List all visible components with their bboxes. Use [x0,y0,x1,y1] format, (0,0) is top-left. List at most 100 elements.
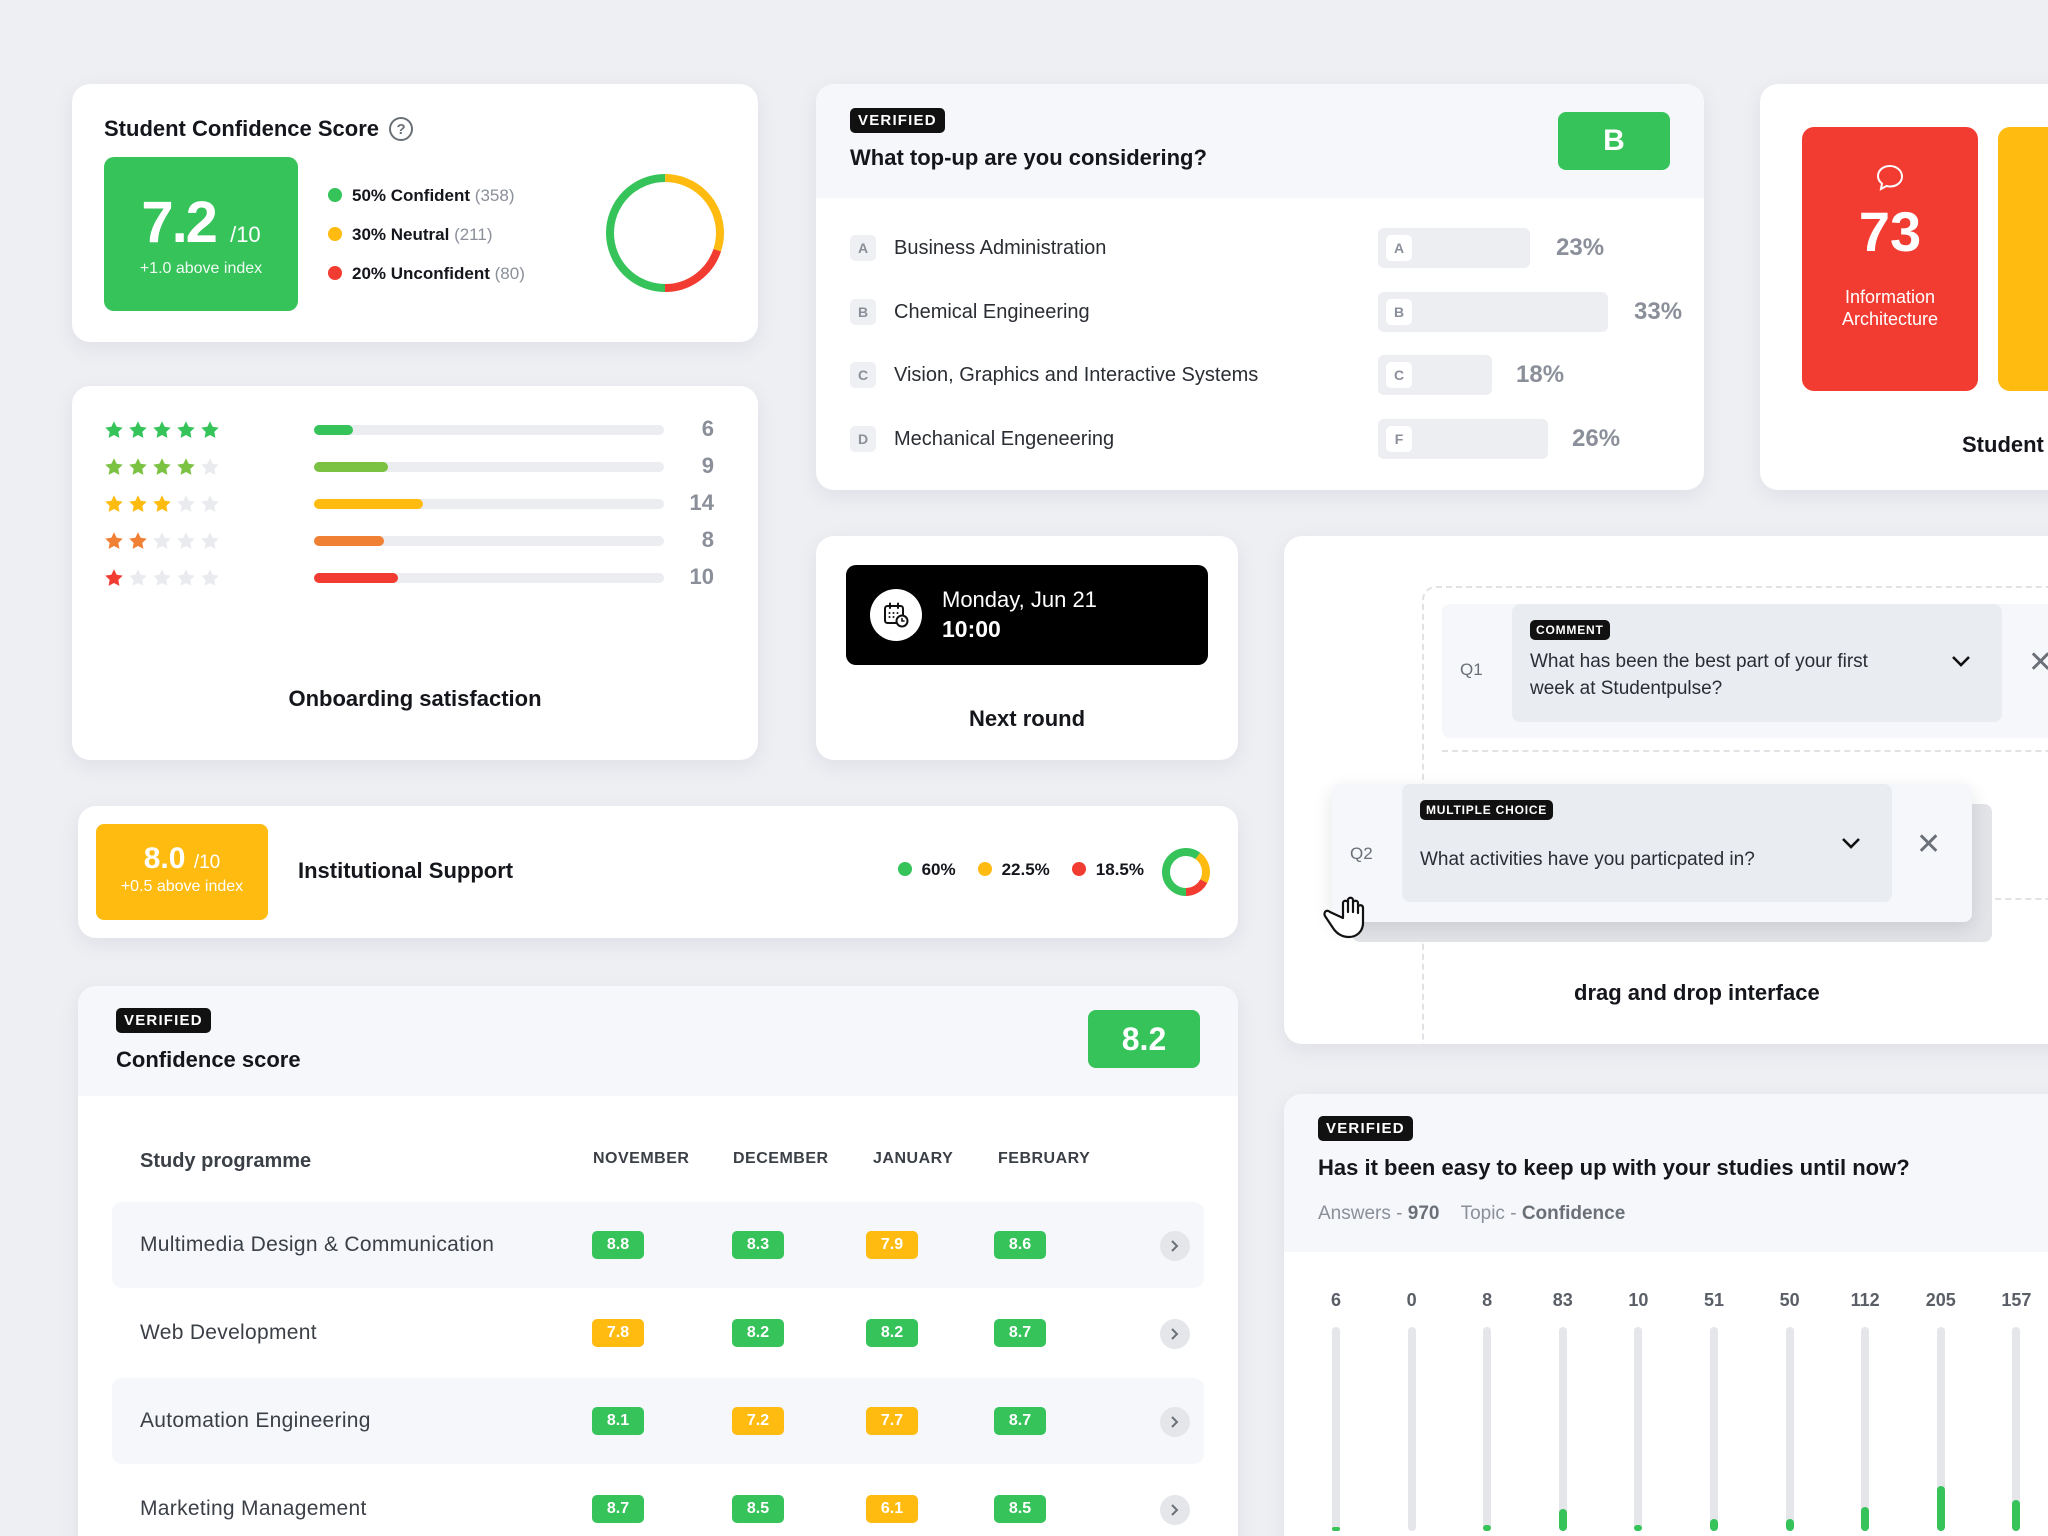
answer-count: 8 [1482,1290,1493,1310]
chevron-right-icon [1171,1504,1179,1516]
star-icon [153,495,171,512]
star-icon [177,495,195,512]
next-round-date-box[interactable]: Monday, Jun 21 10:00 [846,565,1208,665]
legend-count: (80) [494,264,525,283]
score-number: 8.0 [143,842,186,875]
answer-bar-fill [1861,1506,1870,1531]
answer-bar-track [1634,1327,1643,1531]
answer-bar-fill [2012,1500,2021,1531]
topup-header: VERIFIED What top-up are you considering… [816,84,1704,198]
legend-item-neutral: 30% Neutral (211) [328,215,525,254]
option-percentage: 23% [1556,234,1605,261]
answer-count: 83 [1552,1290,1573,1310]
next-round-caption: Next round [968,706,1086,731]
rating-bar-track [314,573,664,583]
score-cell: 7.8 [592,1319,644,1347]
studies-meta: Answers - 970 Topic - Confidence [1318,1203,2048,1225]
topup-option[interactable]: C Vision, Graphics and Interactive System… [850,355,1258,395]
option-percentage: 33% [1634,298,1683,325]
table-title: Confidence score [116,1047,301,1072]
question-q2-dragging[interactable]: Q2 MULTIPLE CHOICE What activities have … [1332,784,1972,922]
green-dot-icon [328,188,342,203]
score-cell: 7.2 [732,1407,784,1435]
column-header-programme: Study programme [140,1150,312,1172]
score-cell: 6.1 [866,1495,918,1523]
programme-name: Marketing Management [140,1497,367,1520]
next-round-datetime: Monday, Jun 21 10:00 [942,587,1097,643]
score-delta: +1.0 above index [139,260,263,277]
row-chevron-right-icon[interactable] [1160,1495,1190,1525]
star-icon [129,569,147,586]
studies-question-card: VERIFIED Has it been easy to keep up wit… [1284,1094,2048,1536]
rating-row [104,457,220,477]
question-box[interactable]: COMMENT What has been the best part of y… [1512,604,2002,722]
topup-option[interactable]: D Mechanical Engeneering [850,419,1114,459]
bar-letter: A [1386,235,1412,261]
score-out-of: /10 [193,852,221,873]
star-icon [129,421,147,438]
score-cell: 8.6 [994,1231,1046,1259]
rating-bar-track [314,536,664,546]
chat-bubble-icon [1876,164,1904,191]
answer-bar-fill [1332,1526,1340,1531]
topup-option[interactable]: B Chemical Engineering [850,292,1090,332]
chevron-down-icon[interactable] [1950,654,1972,668]
star-rating [104,457,220,477]
close-icon[interactable]: ✕ [1916,830,1941,860]
help-icon[interactable]: ? [389,117,414,141]
star-icon [105,532,123,549]
institutional-support-card: 8.0 /10 +0.5 above index Institutional S… [78,806,1238,938]
question-box[interactable]: MULTIPLE CHOICE What activities have you… [1402,784,1892,902]
legend-item: 22.5% [977,860,1050,880]
rating-row [104,494,220,514]
score-delta: +0.5 above index [120,878,244,895]
answer-column: 83 [1533,1290,1593,1531]
star-icon [177,421,195,438]
answer-bar-track [2012,1327,2021,1531]
star-icon [177,569,195,586]
legend-item-confident: 50% Confident (358) [328,176,525,215]
chevron-down-icon[interactable] [1840,836,1862,850]
topup-poll-card: VERIFIED What top-up are you considering… [816,84,1704,490]
next-round-date: Monday, Jun 21 [942,587,1097,612]
row-chevron-right-icon[interactable] [1160,1231,1190,1261]
rating-bar-fill [314,573,398,583]
table-row[interactable]: Multimedia Design & Communication 8.8 8.3 7… [112,1202,1204,1288]
legend-label: 20% Unconfident [352,264,490,283]
answer-bar-track [1558,1327,1567,1531]
confidence-card-title: Student Confidence Score ? [104,116,414,142]
column-header-january: JANUARY [873,1150,954,1167]
rating-count: 9 [701,453,714,478]
row-chevron-right-icon[interactable] [1160,1319,1190,1349]
studies-header: VERIFIED Has it been easy to keep up wit… [1284,1094,2048,1252]
option-label: Chemical Engineering [894,300,1090,323]
rating-bar-fill [314,499,423,509]
option-result-bar: F [1378,419,1548,459]
question-q1[interactable]: Q1 COMMENT What has been the best part o… [1442,604,2048,738]
score-cell: 8.7 [994,1407,1046,1435]
score-cell: 8.7 [994,1319,1046,1347]
score-cell: 8.2 [732,1319,784,1347]
row-chevron-right-icon[interactable] [1160,1407,1190,1437]
institutional-legend: 60% 22.5% 18.5% [897,860,1144,880]
drag-and-drop-card: Q1 COMMENT What has been the best part o… [1284,536,2048,1044]
category-tile-red[interactable]: 73 Information Architecture [1802,127,1978,391]
star-icon [201,569,219,586]
close-icon[interactable]: ✕ [2028,648,2048,678]
answer-bar-track [1861,1327,1870,1531]
table-row[interactable]: Web Development 7.8 8.2 8.2 8.7 [112,1290,1204,1376]
option-letter: C [850,362,876,388]
table-row[interactable]: Automation Engineering 8.1 7.2 7.7 8.7 [112,1378,1204,1464]
confidence-legend: 50% Confident (358) 30% Neutral (211) 20… [328,176,525,293]
star-rating [104,494,220,514]
table-row[interactable]: Marketing Management 8.7 8.5 6.1 8.5 [112,1466,1204,1536]
answer-count: 50 [1779,1290,1800,1310]
category-tile-yellow[interactable] [1998,127,2048,391]
answer-bar-fill [1710,1518,1718,1531]
institutional-score-tile: 8.0 /10 +0.5 above index [96,824,268,920]
topup-option[interactable]: A Business Administration [850,228,1106,268]
score-number: 7.2 [141,190,218,255]
rating-count: 8 [701,527,714,552]
programme-name: Multimedia Design & Communication [140,1233,495,1256]
question-type-badge: MULTIPLE CHOICE [1420,800,1554,820]
